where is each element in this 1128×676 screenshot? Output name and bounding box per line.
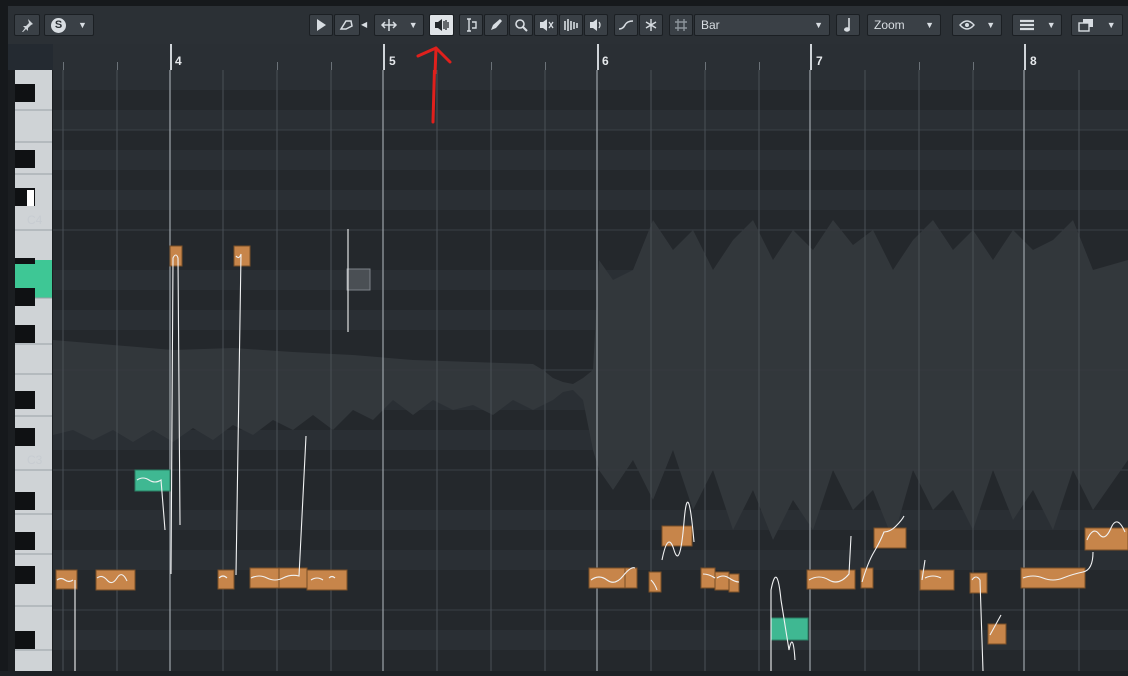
draw-button[interactable]: [484, 14, 508, 36]
segments-icon: [381, 19, 398, 31]
pin-button[interactable]: [14, 14, 40, 36]
bars-icon: [564, 19, 578, 31]
pointer-icon: [317, 19, 326, 31]
mute-icon: [540, 19, 554, 31]
caret-left-icon[interactable]: ◀: [361, 20, 367, 29]
chevron-down-icon[interactable]: ▼: [78, 20, 87, 30]
layers-icon: [1020, 19, 1035, 31]
note-segment[interactable]: [169, 245, 183, 267]
magnifier-icon: [515, 19, 528, 32]
selected-note-segment[interactable]: [770, 617, 809, 641]
note-segment[interactable]: [919, 569, 955, 591]
muted-note-segment[interactable]: [346, 268, 371, 291]
c3-key-label: C3: [27, 453, 43, 467]
note-segment[interactable]: [1020, 567, 1086, 589]
visibility-group[interactable]: ▼: [952, 14, 1002, 36]
note-segment[interactable]: [306, 569, 348, 591]
note-segment[interactable]: [969, 572, 988, 594]
note-segment[interactable]: [714, 571, 730, 591]
pitch-curve-button[interactable]: [614, 14, 638, 36]
levels-button[interactable]: [559, 14, 583, 36]
note-segment[interactable]: [55, 569, 78, 590]
acoustic-feedback-button[interactable]: [429, 14, 454, 36]
note-segment[interactable]: [728, 573, 740, 593]
object-selection-button[interactable]: [309, 14, 333, 36]
note-segment[interactable]: [700, 567, 716, 589]
chevron-down-icon[interactable]: ▼: [1107, 20, 1116, 30]
volume-icon: [590, 19, 601, 31]
keyboard-keys[interactable]: [8, 44, 53, 671]
range-icon: [467, 18, 477, 32]
speaker-icon: [434, 19, 449, 31]
c4-key-label: C4: [27, 213, 43, 227]
note-segment[interactable]: [1084, 527, 1128, 551]
note-editor-grid[interactable]: [53, 70, 1128, 671]
editor-window: S ▼ ◀ ▼ Bar ▼ Zoom ▼ ▼ ▼ ▼ C4 C3 4 5 6 7…: [0, 0, 1128, 671]
pencil-icon: [491, 19, 502, 30]
segments-tool-group[interactable]: ▼: [374, 14, 424, 36]
note-icon: [844, 18, 850, 32]
note-value-button[interactable]: [836, 14, 860, 36]
volume-button[interactable]: [584, 14, 608, 36]
curve-icon: [618, 20, 634, 30]
layers-group[interactable]: ▼: [1012, 14, 1062, 36]
note-segment[interactable]: [217, 569, 235, 590]
loop-button[interactable]: [334, 14, 360, 36]
bar-7-label: 7: [816, 54, 823, 68]
zoom-label: Zoom: [874, 18, 905, 32]
mute-tool-button[interactable]: [534, 14, 558, 36]
snap-button[interactable]: [669, 14, 693, 36]
zoom-tool-button[interactable]: [509, 14, 533, 36]
snap-mode-value: Bar: [701, 18, 720, 32]
grid-icon: [675, 19, 687, 31]
eye-icon: [958, 20, 975, 30]
audio-waveform: [53, 220, 1128, 540]
zoom-dropdown[interactable]: Zoom ▼: [867, 14, 941, 36]
selected-note-segment[interactable]: [134, 469, 171, 492]
chevron-down-icon[interactable]: ▼: [986, 20, 995, 30]
chevron-down-icon[interactable]: ▼: [1047, 20, 1056, 30]
chevron-down-icon: ▼: [925, 20, 934, 30]
solo-icon[interactable]: S: [51, 17, 67, 33]
quantize-button[interactable]: [639, 14, 663, 36]
note-segment[interactable]: [806, 569, 856, 590]
loop-icon: [339, 20, 353, 30]
chevron-down-icon[interactable]: ▼: [409, 20, 418, 30]
snap-mode-dropdown[interactable]: Bar ▼: [694, 14, 830, 36]
pin-icon: [22, 19, 33, 32]
snowflake-icon: [645, 19, 657, 31]
bar-5-label: 5: [389, 54, 396, 68]
toolbar: S ▼ ◀ ▼ Bar ▼ Zoom ▼ ▼ ▼ ▼: [8, 6, 1128, 45]
note-segment[interactable]: [648, 571, 662, 593]
chevron-down-icon: ▼: [814, 20, 823, 30]
annotation-arrow-head: [416, 46, 452, 74]
bar-4-label: 4: [175, 54, 182, 68]
range-selection-button[interactable]: [459, 14, 483, 36]
solo-group[interactable]: S ▼: [44, 14, 94, 36]
bar-8-label: 8: [1030, 54, 1037, 68]
bar-ruler[interactable]: 4 5 6 7 8: [53, 44, 1128, 70]
note-segment[interactable]: [661, 525, 693, 547]
windows-icon: [1078, 19, 1094, 32]
piano-keyboard[interactable]: C4 C3: [8, 44, 53, 671]
window-layout-group[interactable]: ▼: [1071, 14, 1123, 36]
bar-6-label: 6: [602, 54, 609, 68]
grid-canvas[interactable]: [53, 70, 1128, 671]
note-segment[interactable]: [249, 567, 280, 589]
